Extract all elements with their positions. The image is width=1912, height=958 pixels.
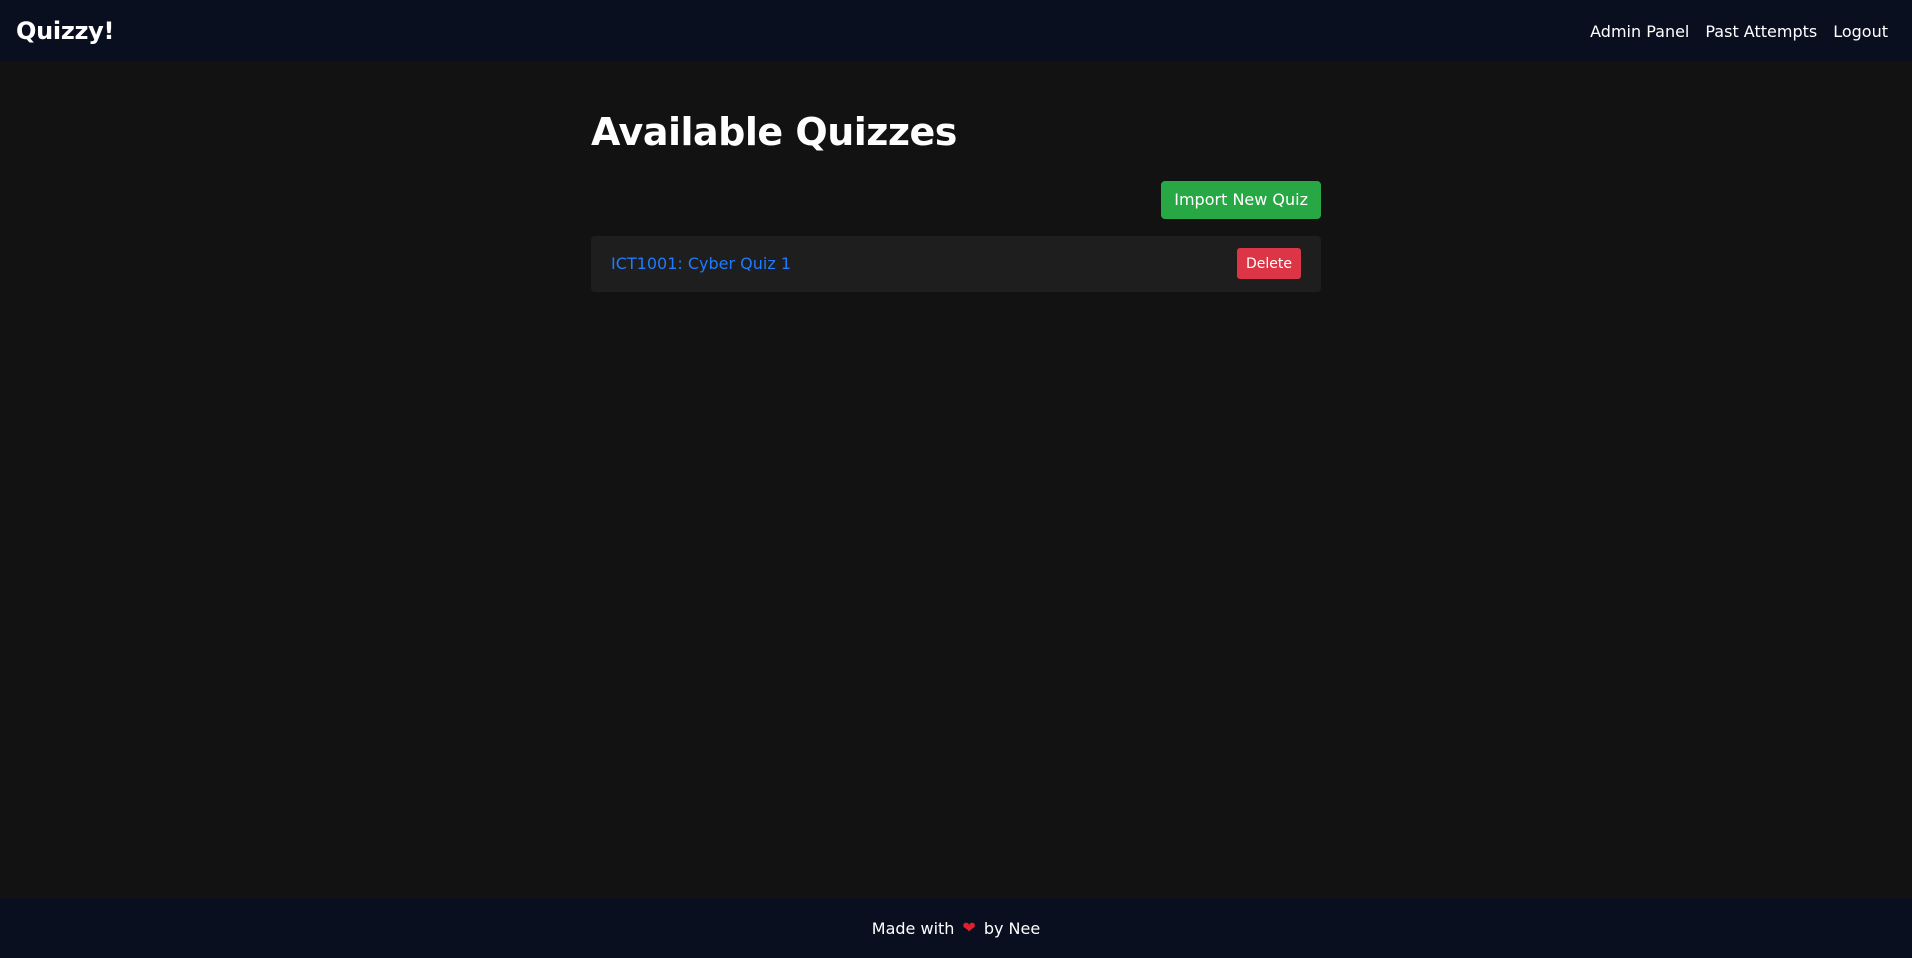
nav-link-past-attempts[interactable]: Past Attempts — [1705, 22, 1817, 41]
nav-links: Admin Panel Past Attempts Logout — [1590, 22, 1888, 41]
toolbar: Import New Quiz — [591, 180, 1321, 219]
quiz-list: ICT1001: Cyber Quiz 1 Delete — [591, 235, 1321, 292]
quiz-link[interactable]: ICT1001: Cyber Quiz 1 — [611, 254, 791, 273]
delete-quiz-button[interactable]: Delete — [1237, 248, 1301, 280]
footer-prefix: Made with — [871, 918, 955, 938]
list-item: ICT1001: Cyber Quiz 1 Delete — [591, 235, 1321, 292]
nav-link-admin-panel[interactable]: Admin Panel — [1590, 22, 1689, 41]
brand-logo[interactable]: Quizzy! — [16, 17, 114, 45]
footer: Made with ❤ by Nee — [0, 898, 1912, 958]
page-title: Available Quizzes — [591, 110, 957, 154]
main-content: Available Quizzes Import New Quiz ICT100… — [591, 62, 1321, 292]
nav-link-logout[interactable]: Logout — [1833, 22, 1888, 41]
footer-suffix: by Nee — [983, 918, 1041, 938]
heart-icon: ❤ — [962, 918, 976, 937]
import-quiz-button[interactable]: Import New Quiz — [1161, 180, 1321, 219]
navbar: Quizzy! Admin Panel Past Attempts Logout — [0, 0, 1912, 62]
page: Quizzy! Admin Panel Past Attempts Logout… — [0, 0, 1912, 958]
